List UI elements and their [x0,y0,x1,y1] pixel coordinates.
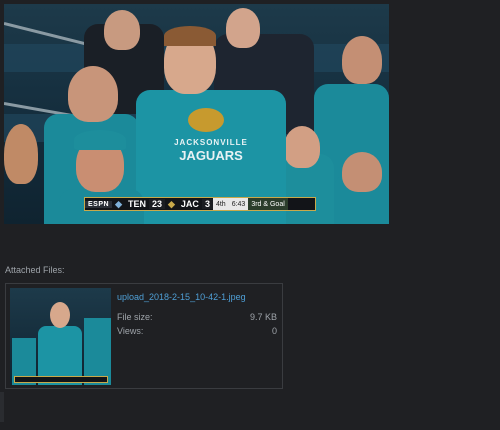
thumb-scorebug [14,376,108,383]
fan-head [284,126,320,168]
views-row: Views: 0 [117,326,277,336]
fan-head [342,152,382,192]
views-label: Views: [117,326,144,336]
post-divider [0,392,4,422]
home-score: 3 [201,199,213,209]
file-size-label: File size: [117,312,153,322]
fan-head [104,10,140,50]
away-score: 23 [148,199,165,209]
fan-head [226,8,260,48]
down-and-distance: 3rd & Goal [248,198,288,210]
quarter: 4th [212,198,229,210]
shirt-text-line1: JACKSONVILLE [174,138,248,147]
main-fan-hair [164,26,216,46]
thumb-fan-side [84,318,111,385]
file-size-row: File size: 9.7 KB [117,312,277,322]
jaguar-logo-icon [188,108,224,132]
attached-files-label: Attached Files: [5,265,65,275]
views-value: 0 [271,326,277,336]
away-team: TEN [127,199,146,209]
file-size-value: 9.7 KB [249,312,277,322]
jaguars-logo-icon: ◆ [168,198,175,209]
attachment-card: upload_2018-2-15_10-42-1.jpeg File size:… [5,283,283,389]
fan-head [4,124,38,184]
scorebug: ESPN ◆ TEN 23 ◆ JAC 3 4th 6:43 3rd & Goa… [84,197,316,211]
teal-cap [74,130,126,150]
attachment-thumbnail[interactable] [10,288,111,385]
titans-logo-icon: ◆ [115,198,122,209]
thumb-fan-head [50,302,70,328]
game-clock: 6:43 [228,198,249,210]
attachment-filename-link[interactable]: upload_2018-2-15_10-42-1.jpeg [117,292,246,302]
fan-head [342,36,382,84]
fan-head [68,66,118,122]
shirt-text-line2: JAGUARS [179,148,243,163]
network-logo: ESPN [85,200,113,208]
home-team: JAC [180,199,199,209]
post-image[interactable]: JACKSONVILLE JAGUARS ESPN ◆ TEN 23 ◆ JAC… [4,4,389,224]
